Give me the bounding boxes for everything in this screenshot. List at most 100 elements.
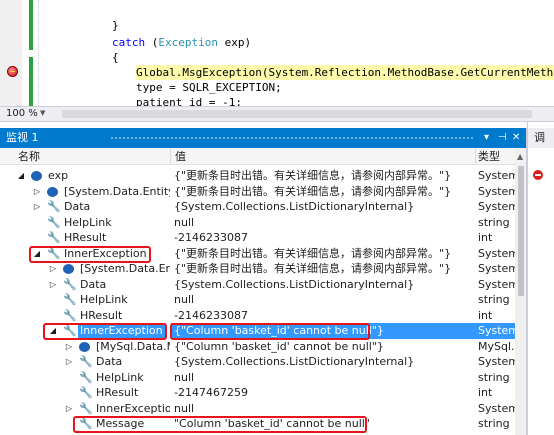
watch-titlebar[interactable]: 监视 1 ▾ ⊣ ✕ xyxy=(0,128,526,148)
scrollbar-thumb[interactable] xyxy=(518,166,524,296)
type-cell: System.E xyxy=(476,323,515,339)
code-editor[interactable]: } catch (Exception exp) { Global.MsgExce… xyxy=(0,0,554,106)
type-cell: string xyxy=(478,370,510,384)
expand-icon[interactable]: ▷ xyxy=(48,277,58,292)
variable-name: HResult xyxy=(64,231,107,244)
scroll-up-icon[interactable]: ▲ xyxy=(517,152,523,161)
value-cell[interactable]: {System.Collections.ListDictionaryIntern… xyxy=(171,277,476,293)
callout-inner-value xyxy=(170,323,370,340)
code-line: } xyxy=(112,19,119,32)
column-header-value[interactable]: 值 xyxy=(175,150,186,163)
pin-icon[interactable]: ⊣ xyxy=(498,130,507,146)
wrench-icon: 🔧 xyxy=(47,215,61,229)
zoom-level[interactable]: 100 % xyxy=(6,108,38,120)
docked-pane-title[interactable]: 调 xyxy=(528,128,554,148)
code-text: ( xyxy=(145,36,159,49)
value-cell[interactable]: {"Column 'basket_id' cannot be null"} xyxy=(171,339,476,355)
type-cell: MySql.Da xyxy=(478,339,515,353)
object-icon xyxy=(79,341,90,352)
column-header-name[interactable]: 名称 xyxy=(18,150,40,163)
type-cell: System.D xyxy=(478,262,515,275)
type-cell: string xyxy=(478,215,510,229)
type-name: Exception xyxy=(158,36,218,49)
chevron-down-icon[interactable]: ▼ xyxy=(40,109,45,117)
value-cell[interactable]: null xyxy=(171,370,476,386)
watch-row[interactable]: 🔧 HResult -2146233087 int xyxy=(0,308,515,324)
value-cell[interactable]: null xyxy=(171,292,476,308)
value-cell[interactable]: {System.Collections.ListDictionaryIntern… xyxy=(171,354,476,370)
wrench-icon: 🔧 xyxy=(47,200,61,213)
variable-name: exp xyxy=(48,169,69,182)
name-cell: ▷ [MySql.Data.My xyxy=(0,339,170,355)
object-icon xyxy=(47,186,58,197)
vertical-scrollbar[interactable]: ▲ xyxy=(515,148,526,435)
column-divider[interactable] xyxy=(475,148,476,165)
name-cell: 🔧 HelpLink xyxy=(0,215,170,231)
type-cell: System.C xyxy=(478,200,515,213)
close-icon[interactable]: ✕ xyxy=(512,130,520,146)
variable-name: HelpLink xyxy=(64,215,112,229)
dropdown-icon[interactable]: ▾ xyxy=(484,130,489,146)
value-cell[interactable]: {"更新条目时出错。有关详细信息，请参阅内部异常。"} xyxy=(171,168,476,184)
wrench-icon: 🔧 xyxy=(63,308,77,322)
breakpoint-current-icon[interactable] xyxy=(7,66,18,77)
value-cell[interactable]: {"更新条目时出错。有关详细信息，请参阅内部异常。"} xyxy=(171,246,476,262)
value-cell[interactable]: {"更新条目时出错。有关详细信息，请参阅内部异常。"} xyxy=(171,261,476,277)
watch-row[interactable]: ◢ exp {"更新条目时出错。有关详细信息，请参阅内部异常。"} System… xyxy=(0,168,515,184)
value-cell[interactable]: {System.Collections.ListDictionaryIntern… xyxy=(171,199,476,215)
drag-grip[interactable] xyxy=(110,136,475,140)
wrench-icon: 🔧 xyxy=(47,231,61,244)
value-cell[interactable]: -2147467259 xyxy=(171,385,476,401)
value-cell[interactable]: -2146233087 xyxy=(171,230,476,246)
expand-icon[interactable]: ▷ xyxy=(64,339,74,354)
object-icon xyxy=(63,264,74,274)
variable-name: HelpLink xyxy=(80,293,128,306)
watch-row[interactable]: ▷ [System.Data.Entity.In {"更新条目时出错。有关详细信… xyxy=(0,184,515,200)
type-cell: System.D xyxy=(478,184,515,198)
type-cell: int xyxy=(478,386,493,399)
horizontal-scrollbar[interactable] xyxy=(62,110,532,118)
indent-guide xyxy=(38,0,39,106)
wrench-icon: 🔧 xyxy=(79,355,93,368)
watch-title: 监视 1 xyxy=(6,131,39,144)
editor-status-bar: 100 % ▼ xyxy=(0,106,554,122)
watch-row[interactable]: ▷ 🔧 InnerException null System.E xyxy=(0,401,515,417)
type-cell: int xyxy=(478,308,493,322)
editor-margin xyxy=(0,0,22,106)
column-header-type[interactable]: 类型 xyxy=(478,150,500,163)
watch-row[interactable]: ▷ 🔧 Data {System.Collections.ListDiction… xyxy=(0,277,515,293)
watch-row[interactable]: 🔧 HelpLink null string xyxy=(0,292,515,308)
name-cell: 🔧 HResult xyxy=(0,308,170,324)
watch-row[interactable]: ▷ 🔧 Data {System.Collections.ListDiction… xyxy=(0,199,515,215)
collapse-icon[interactable]: ◢ xyxy=(16,168,26,183)
watch-row[interactable]: ▷ 🔧 Data {System.Collections.ListDiction… xyxy=(0,354,515,370)
expand-icon[interactable]: ▷ xyxy=(64,354,74,369)
column-divider[interactable] xyxy=(170,148,171,165)
name-cell: 🔧 HelpLink xyxy=(0,292,170,308)
watch-row[interactable]: 🔧 HResult -2147467259 int xyxy=(0,385,515,401)
code-line: patient_id = -1; xyxy=(136,96,242,106)
expand-icon[interactable]: ▷ xyxy=(64,401,74,416)
value-cell[interactable]: -2146233087 xyxy=(171,308,476,324)
value-cell[interactable]: null xyxy=(171,401,476,417)
name-cell: ▷ [System.Data.Entit xyxy=(0,261,170,277)
expand-icon[interactable]: ▷ xyxy=(32,184,42,199)
expand-icon[interactable]: ▷ xyxy=(32,199,42,214)
watch-column-header: 名称 值 类型 xyxy=(0,148,515,165)
watch-row[interactable]: ▷ [System.Data.Entit {"更新条目时出错。有关详细信息，请参… xyxy=(0,261,515,277)
variable-name: HelpLink xyxy=(96,370,144,384)
keyword: catch xyxy=(112,36,146,49)
callout-message xyxy=(73,416,367,433)
watch-row[interactable]: 🔧 HelpLink null string xyxy=(0,215,515,231)
type-cell: System.E xyxy=(478,401,515,415)
value-cell[interactable]: null xyxy=(171,215,476,231)
wrench-icon: 🔧 xyxy=(79,370,93,384)
watch-row[interactable]: ▷ [MySql.Data.My {"Column 'basket_id' ca… xyxy=(0,339,515,355)
watch-row[interactable]: 🔧 HResult -2146233087 int xyxy=(0,230,515,246)
callout-innerexception-2 xyxy=(43,323,167,340)
code-line: { xyxy=(112,51,119,64)
expand-icon[interactable]: ▷ xyxy=(48,261,58,276)
variable-name: Data xyxy=(64,200,91,213)
value-cell[interactable]: {"更新条目时出错。有关详细信息，请参阅内部异常。"} xyxy=(171,184,476,200)
watch-row[interactable]: 🔧 HelpLink null string xyxy=(0,370,515,386)
